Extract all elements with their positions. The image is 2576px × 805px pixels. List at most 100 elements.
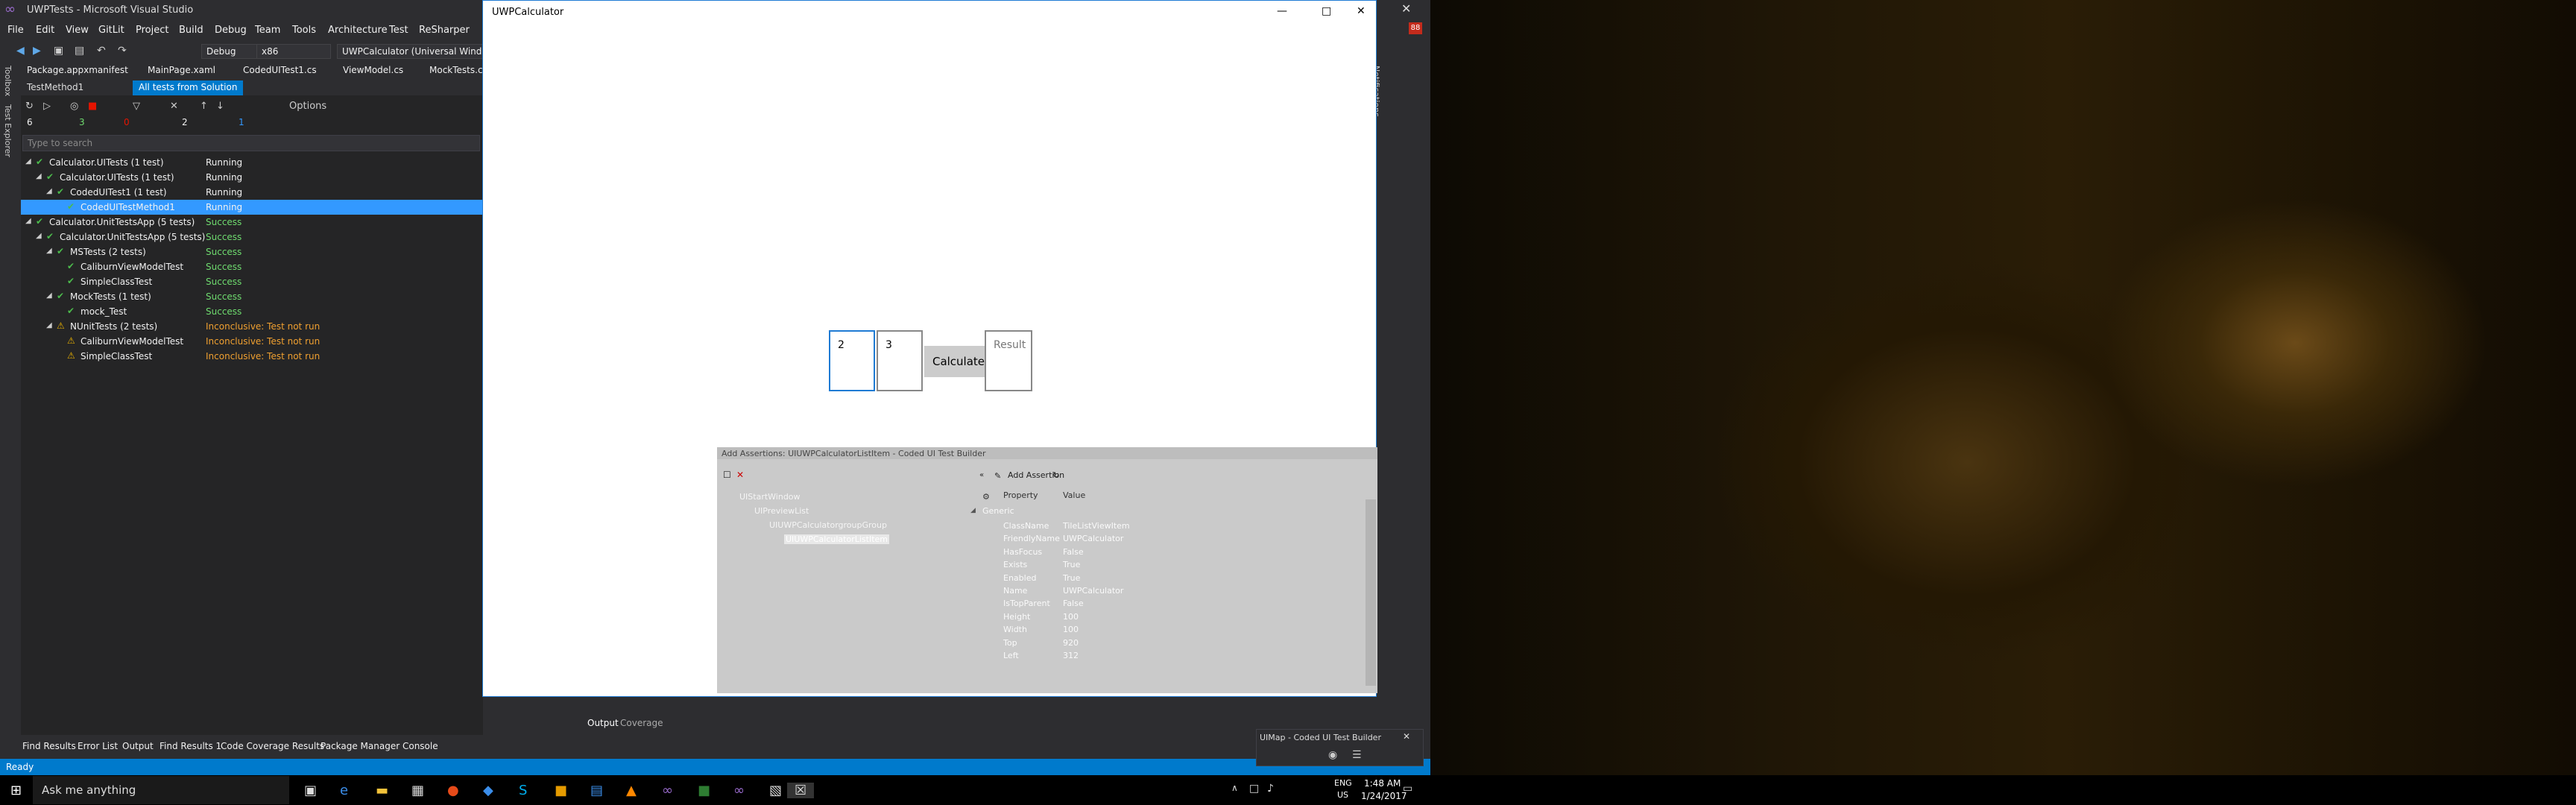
delete-icon[interactable]: ✕ <box>736 470 744 480</box>
app-icon-5[interactable]: ▧ <box>769 783 782 798</box>
test-row[interactable]: ◢ ✔ Calculator.UnitTestsApp (5 tests) Succe… <box>21 230 483 244</box>
tree-node-group[interactable]: UIUWPCalculatorgroupGroup <box>769 520 887 530</box>
property-name[interactable]: Name <box>1003 586 1027 596</box>
passed-count[interactable]: 3 <box>79 117 85 127</box>
assertion-icon[interactable]: ✎ <box>994 471 1001 481</box>
expand-triangle-icon[interactable]: ◢ <box>46 187 52 195</box>
coverage-tab[interactable]: Coverage <box>620 718 663 728</box>
group-expand-icon[interactable]: ◢ <box>970 507 976 514</box>
uimap-close-icon[interactable]: ✕ <box>1403 731 1410 742</box>
vlc-icon[interactable]: ▲ <box>626 783 637 798</box>
menu-gitlit[interactable]: GitLit <box>98 25 124 36</box>
expand-triangle-icon[interactable]: ◢ <box>36 172 42 180</box>
output-bottom-tab[interactable]: Output <box>122 741 154 751</box>
app-icon-2[interactable]: ■ <box>555 783 567 798</box>
save-icon[interactable]: ▣ <box>54 45 63 57</box>
test-row[interactable]: ◢ ✔ MockTests (1 test) Success <box>21 289 483 304</box>
collapse-icon[interactable]: « <box>979 471 984 479</box>
property-name[interactable]: Top <box>1003 638 1017 648</box>
property-value[interactable]: UWPCalculator <box>1063 534 1123 543</box>
number-input-2[interactable]: 3 <box>877 330 923 391</box>
doc-tab-manifest[interactable]: Package.appxmanifest <box>21 63 134 79</box>
calculate-button[interactable]: Calculate <box>924 346 993 377</box>
expand-triangle-icon[interactable]: ◢ <box>25 157 31 165</box>
props-scrollbar[interactable] <box>1366 499 1376 686</box>
property-value[interactable]: True <box>1063 573 1080 583</box>
debug-icon[interactable]: ◎ <box>70 101 78 112</box>
property-name[interactable]: FriendlyName <box>1003 534 1060 543</box>
property-name[interactable]: HasFocus <box>1003 547 1042 557</box>
back-icon[interactable]: ◀ <box>16 45 25 57</box>
menu-resharper[interactable]: ReSharper <box>419 25 470 36</box>
vs-taskbar-icon-2[interactable]: ∞ <box>733 783 745 798</box>
refresh-icon[interactable]: ↻ <box>25 101 34 112</box>
app-icon-1[interactable]: ◆ <box>483 783 493 798</box>
tree-node-previewlist[interactable]: UIPreviewList <box>754 506 809 516</box>
cortana-search-box[interactable]: Ask me anything <box>33 776 289 804</box>
platform-dropdown[interactable]: x86 <box>256 44 331 59</box>
test-row[interactable]: ◢ ✔ CodedUITest1 (1 test) Running <box>21 185 483 200</box>
find-results-1-tab[interactable]: Find Results 1 <box>160 741 221 751</box>
generate-code-icon[interactable]: ☰ <box>1352 749 1362 761</box>
test-row[interactable]: ✔ CodedUITestMethod1 Running <box>21 200 483 215</box>
menu-build[interactable]: Build <box>179 25 203 36</box>
config-dropdown[interactable]: Debug <box>201 44 261 59</box>
undo-icon[interactable]: ↶ <box>97 45 106 57</box>
region-label[interactable]: US <box>1337 790 1348 800</box>
checkbox-icon[interactable]: ☐ <box>723 470 731 480</box>
test-row[interactable]: ⚠ SimpleClassTest Inconclusive: Test not r… <box>21 349 483 364</box>
property-name[interactable]: Height <box>1003 612 1030 622</box>
file-explorer-icon[interactable]: ▬ <box>376 783 388 798</box>
error-list-tab[interactable]: Error List <box>78 741 118 751</box>
property-name[interactable]: ClassName <box>1003 521 1049 531</box>
up-icon[interactable]: ↑ <box>200 101 208 112</box>
toolbox-tab[interactable]: Toolbox <box>3 66 13 96</box>
property-value[interactable]: 920 <box>1063 638 1079 648</box>
menu-edit[interactable]: Edit <box>36 25 54 36</box>
app-icon-4[interactable]: ■ <box>698 783 710 798</box>
menu-test[interactable]: Test <box>389 25 408 36</box>
property-value[interactable]: UWPCalculator <box>1063 586 1123 596</box>
minimize-icon[interactable]: — <box>1277 5 1287 17</box>
test-row[interactable]: ✔ mock_Test Success <box>21 304 483 319</box>
property-column-header[interactable]: Property <box>1003 490 1038 500</box>
uwp-app-taskbar-icon[interactable]: ☒ <box>787 783 815 798</box>
menu-view[interactable]: View <box>66 25 89 36</box>
network-icon[interactable]: □ <box>1249 783 1259 795</box>
value-column-header[interactable]: Value <box>1063 490 1085 500</box>
property-value[interactable]: 100 <box>1063 625 1079 634</box>
tab-all-tests[interactable]: All tests from Solution <box>133 80 244 95</box>
test-explorer-tab[interactable]: Test Explorer <box>3 104 13 157</box>
test-row[interactable]: ✔ CaliburnViewModelTest Success <box>21 259 483 274</box>
gear-icon[interactable]: ⚙ <box>982 492 990 502</box>
vs-taskbar-icon[interactable]: ∞ <box>662 783 673 798</box>
close-icon[interactable]: ✕ <box>1357 5 1366 17</box>
save-all-icon[interactable]: ▤ <box>75 45 84 57</box>
expand-triangle-icon[interactable]: ◢ <box>46 247 52 255</box>
expand-triangle-icon[interactable]: ◢ <box>25 217 31 225</box>
total-count[interactable]: 6 <box>27 117 33 127</box>
property-name[interactable]: Exists <box>1003 560 1027 569</box>
language-label[interactable]: ENG <box>1334 778 1352 788</box>
cancel-icon[interactable]: ✕ <box>170 101 178 112</box>
test-row[interactable]: ◢ ✔ Calculator.UnitTestsApp (5 tests) Succe… <box>21 215 483 230</box>
chrome-icon[interactable]: ● <box>447 783 459 798</box>
property-value[interactable]: 312 <box>1063 651 1079 660</box>
property-name[interactable]: Left <box>1003 651 1019 660</box>
test-row[interactable]: ◢ ⚠ NUnitTests (2 tests) Inconclusive: Test… <box>21 319 483 334</box>
property-name[interactable]: Enabled <box>1003 573 1036 583</box>
test-row[interactable]: ◢ ✔ Calculator.UITests (1 test) Running <box>21 155 483 170</box>
number-input-1[interactable]: 2 <box>829 330 875 391</box>
redo-icon[interactable]: ↷ <box>118 45 127 57</box>
edge-icon[interactable]: e <box>340 783 348 798</box>
windows-start-icon[interactable]: ⊞ <box>10 783 22 798</box>
notification-badge[interactable]: 88 <box>1409 22 1422 34</box>
property-name[interactable]: IsTopParent <box>1003 599 1050 608</box>
failed-count[interactable]: 0 <box>124 117 130 127</box>
refresh-props-icon[interactable]: ↻ <box>1052 470 1059 480</box>
tray-chevron-icon[interactable]: ∧ <box>1231 783 1238 793</box>
skype-icon[interactable]: S <box>519 783 527 798</box>
doc-tab-viewmodel[interactable]: ViewModel.cs <box>337 63 409 79</box>
expand-triangle-icon[interactable]: ◢ <box>46 291 52 300</box>
down-icon[interactable]: ↓ <box>216 101 224 112</box>
